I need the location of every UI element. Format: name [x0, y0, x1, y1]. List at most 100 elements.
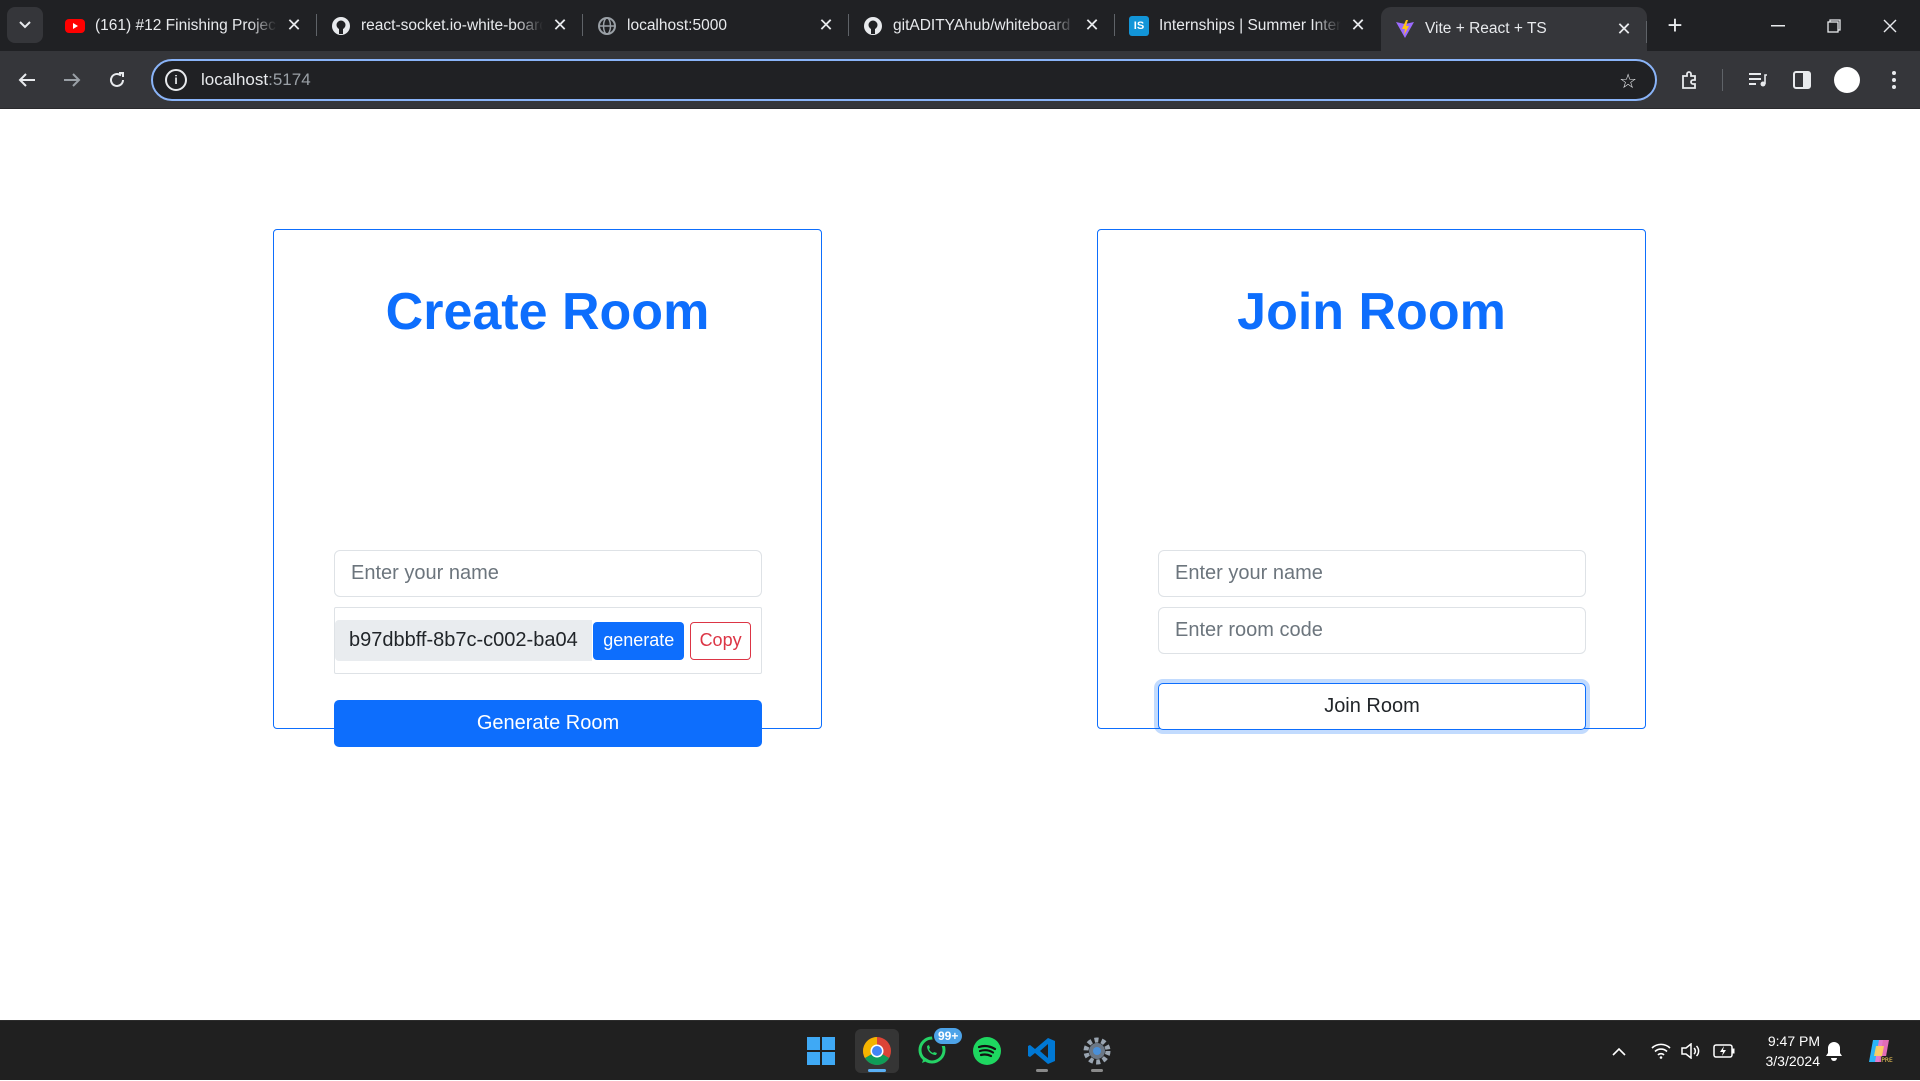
- join-name-placeholder: Enter your name: [1175, 562, 1323, 584]
- reload-button[interactable]: [97, 60, 137, 100]
- github-icon: [331, 16, 351, 36]
- running-indicator: [1091, 1069, 1103, 1072]
- github-icon: [863, 16, 883, 36]
- reload-icon: [110, 72, 124, 87]
- back-button[interactable]: [7, 60, 47, 100]
- internshala-icon: IS: [1129, 15, 1149, 36]
- browser-tab-internships[interactable]: IS Internships | Summer Intern ✕: [1115, 0, 1381, 51]
- battery-charging-icon: [1713, 1044, 1735, 1058]
- join-room-title: Join Room: [1237, 283, 1506, 341]
- notification-badge: 99+: [932, 1026, 965, 1046]
- close-icon[interactable]: ✕: [1347, 15, 1369, 37]
- copilot-icon: PRE: [1869, 1040, 1893, 1064]
- notifications-button[interactable]: [1825, 1021, 1843, 1081]
- taskbar-vscode[interactable]: [1020, 1029, 1064, 1073]
- minimize-button[interactable]: [1750, 0, 1806, 51]
- browser-tab-youtube[interactable]: (161) #12 Finishing Project ✕: [51, 0, 317, 51]
- browser-toolbar: i localhost:5174 ☆: [0, 51, 1920, 109]
- arrow-right-icon: [64, 73, 81, 87]
- room-code-input[interactable]: Enter room code: [1158, 607, 1586, 654]
- chevron-up-icon: [1612, 1047, 1626, 1056]
- bookmark-star-icon[interactable]: ☆: [1619, 69, 1637, 94]
- generate-room-button[interactable]: Generate Room: [334, 700, 762, 747]
- tab-title: localhost:5000: [627, 16, 727, 34]
- tab-title: Internships | Summer Intern: [1159, 16, 1341, 34]
- profile-avatar[interactable]: [1834, 67, 1860, 93]
- battery-status[interactable]: [1713, 1021, 1735, 1081]
- close-icon[interactable]: ✕: [815, 15, 837, 37]
- media-control-button[interactable]: [1738, 60, 1778, 100]
- site-info-icon[interactable]: i: [165, 69, 187, 91]
- close-icon: [1883, 19, 1897, 32]
- arrow-left-icon: [18, 73, 35, 87]
- wifi-icon: [1651, 1043, 1671, 1059]
- room-code-group: b97dbbff-8b7c-c002-ba04 generate Copy: [334, 607, 762, 674]
- copy-code-button[interactable]: Copy: [690, 621, 751, 660]
- minimize-icon: [1771, 24, 1785, 26]
- bell-icon: [1826, 1042, 1842, 1061]
- active-indicator: [868, 1069, 886, 1072]
- page-content: Create Room Enter your name b97dbbff-8b7…: [0, 110, 1920, 1020]
- clock-time: 9:47 PM: [1767, 1033, 1820, 1049]
- create-room-title: Create Room: [385, 283, 710, 341]
- join-name-input[interactable]: Enter your name: [1158, 550, 1586, 597]
- new-tab-button[interactable]: +: [1657, 7, 1693, 43]
- browser-tab-github-board[interactable]: react-socket.io-white-board ✕: [317, 0, 583, 51]
- windows-taskbar: 99+ 9:47 PM 3/3/2024 PRE: [0, 1020, 1920, 1080]
- tab-title: react-socket.io-white-board: [361, 16, 543, 34]
- youtube-icon: [65, 16, 85, 36]
- vscode-icon: [1028, 1038, 1055, 1064]
- windows-start-icon: [807, 1037, 835, 1065]
- tab-title: (161) #12 Finishing Project: [95, 16, 277, 34]
- address-bar[interactable]: i localhost:5174 ☆: [151, 59, 1657, 101]
- join-room-button[interactable]: Join Room: [1158, 683, 1586, 730]
- generate-code-button[interactable]: generate: [593, 621, 685, 660]
- taskbar-whatsapp[interactable]: 99+: [910, 1026, 965, 1073]
- browser-tab-localhost-5000[interactable]: localhost:5000 ✕: [583, 0, 849, 51]
- puzzle-icon: [1682, 71, 1696, 89]
- close-icon[interactable]: ✕: [1081, 15, 1103, 37]
- toolbar-divider: [1722, 69, 1723, 91]
- restore-icon: [1827, 18, 1841, 33]
- chevron-down-icon: [19, 21, 31, 29]
- room-code-field[interactable]: b97dbbff-8b7c-c002-ba04: [335, 620, 593, 661]
- close-icon[interactable]: ✕: [549, 15, 571, 37]
- close-icon[interactable]: ✕: [1613, 18, 1635, 40]
- system-clock[interactable]: 9:47 PM 3/3/2024: [1752, 1031, 1821, 1071]
- side-panel-icon: [1793, 71, 1811, 89]
- show-hidden-icons[interactable]: [1612, 1021, 1626, 1081]
- wifi-status[interactable]: [1651, 1021, 1671, 1081]
- menu-button[interactable]: [1874, 60, 1914, 100]
- forward-button[interactable]: [52, 60, 92, 100]
- room-code-placeholder: Enter room code: [1175, 619, 1323, 641]
- playlist-icon: [1749, 73, 1767, 87]
- copilot-button[interactable]: PRE: [1864, 1021, 1894, 1081]
- tab-title: gitADITYAhub/whiteboard: [893, 16, 1071, 34]
- spotify-icon: [973, 1037, 1001, 1065]
- restore-button[interactable]: [1806, 0, 1862, 51]
- close-icon[interactable]: ✕: [283, 15, 305, 37]
- running-indicator: [1036, 1069, 1048, 1072]
- close-window-button[interactable]: [1862, 0, 1918, 51]
- svg-text:PRE: PRE: [1881, 1057, 1893, 1064]
- start-button[interactable]: [799, 1029, 843, 1073]
- clock-date: 3/3/2024: [1765, 1053, 1821, 1069]
- side-panel-button[interactable]: [1782, 60, 1822, 100]
- taskbar-chrome[interactable]: [855, 1029, 899, 1073]
- create-room-card: Create Room Enter your name b97dbbff-8b7…: [273, 229, 822, 747]
- create-name-placeholder: Enter your name: [351, 562, 499, 584]
- join-room-card: Join Room Enter your name Enter room cod…: [1097, 229, 1646, 730]
- browser-tab-github-whiteboard[interactable]: gitADITYAhub/whiteboard ✕: [849, 0, 1115, 51]
- browser-tab-vite-active[interactable]: Vite + React + TS ✕: [1381, 7, 1647, 51]
- globe-icon: [597, 16, 617, 36]
- kebab-menu-icon: [1892, 71, 1896, 89]
- taskbar-settings[interactable]: [1075, 1029, 1119, 1073]
- volume-status[interactable]: [1681, 1021, 1701, 1081]
- url-text: localhost:5174: [201, 70, 311, 89]
- extensions-button[interactable]: [1670, 60, 1710, 100]
- speaker-icon: [1681, 1043, 1700, 1059]
- browser-tab-strip: (161) #12 Finishing Project ✕ react-sock…: [0, 0, 1920, 51]
- create-name-input[interactable]: Enter your name: [334, 550, 762, 597]
- taskbar-spotify[interactable]: [965, 1029, 1009, 1073]
- tab-search-button[interactable]: [7, 7, 43, 43]
